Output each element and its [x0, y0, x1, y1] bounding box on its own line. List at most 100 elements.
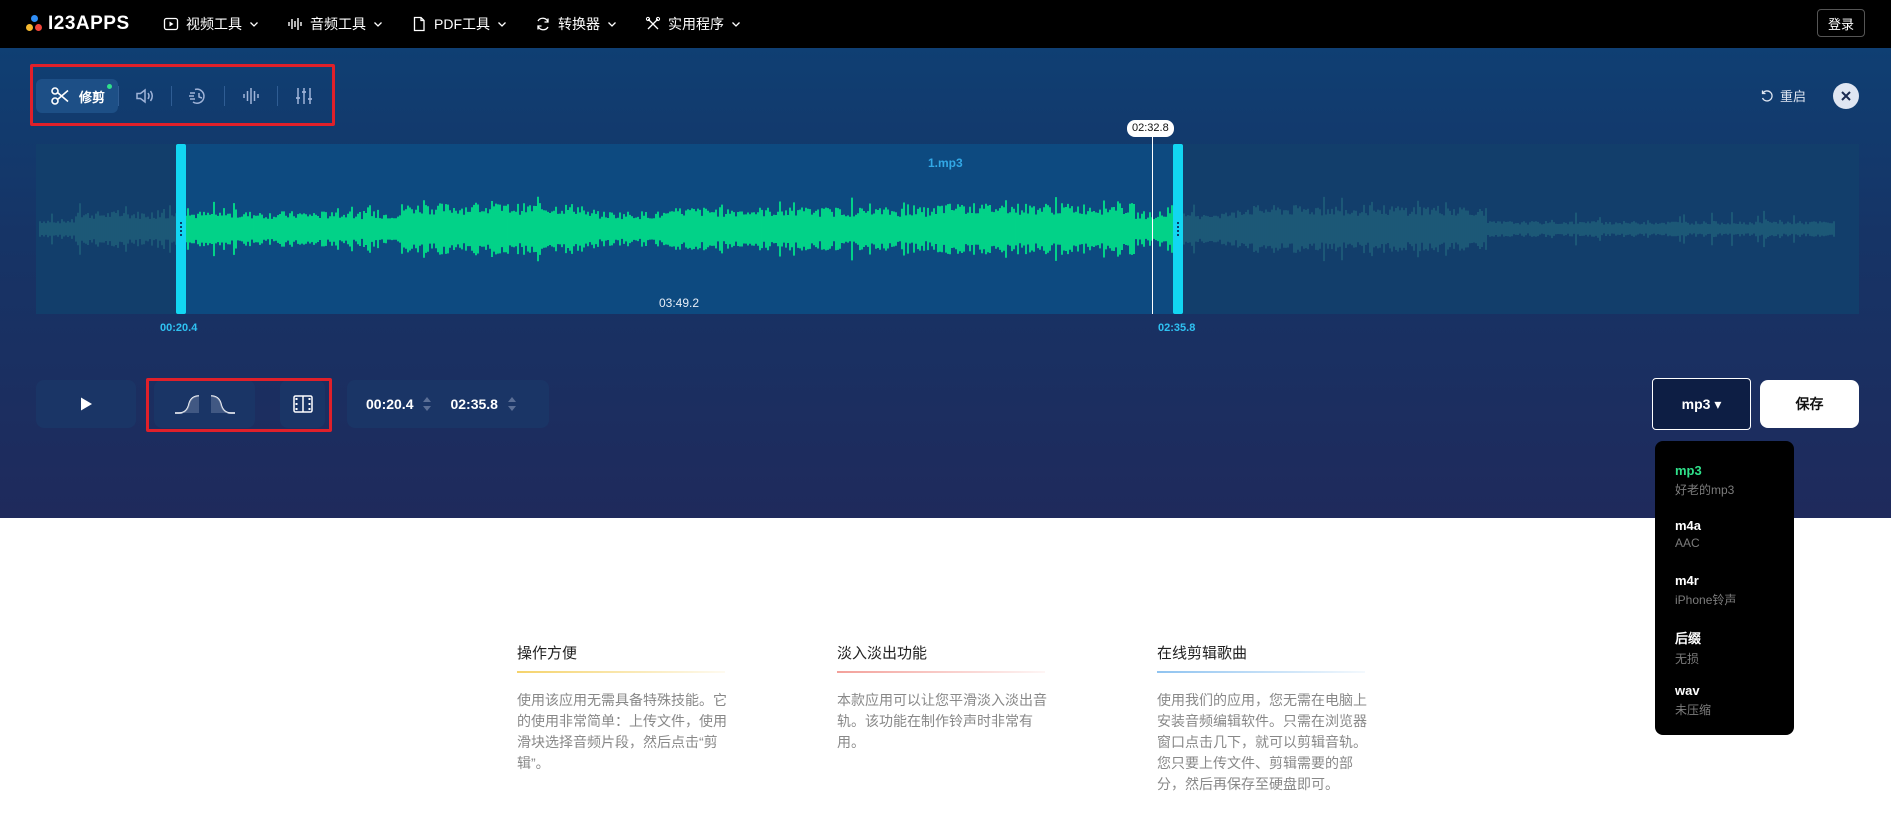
end-time-input[interactable]: 02:35.8 — [450, 396, 516, 412]
feature-title: 淡入淡出功能 — [837, 645, 928, 662]
pdf-icon — [413, 16, 425, 32]
format-desc: 未压缩 — [1675, 703, 1712, 717]
video-icon — [163, 17, 179, 31]
sliders-icon — [296, 88, 312, 104]
playhead[interactable] — [1152, 136, 1153, 314]
waveform-inactive-right — [1179, 196, 1835, 262]
selection-duration: 03:49.2 — [659, 296, 700, 310]
file-name: 1.mp3 — [928, 156, 963, 170]
waveform-path — [1179, 196, 1835, 262]
feature-title: 在线剪辑歌曲 — [1157, 645, 1248, 662]
feature-body: 使用我们的应用，您无需在电脑上安装音频编辑软件。只需在浏览器窗口点击几下，就可以… — [1157, 692, 1367, 792]
editor-toolbar: 修剪 — [36, 79, 330, 113]
format-desc: AAC — [1675, 536, 1700, 550]
grip-icon — [1177, 222, 1179, 236]
chevron-down-icon — [498, 22, 506, 27]
logo-text: I23APPS — [48, 13, 130, 34]
start-time-value: 00:20.4 — [366, 396, 414, 412]
start-time-input[interactable]: 00:20.4 — [366, 396, 432, 412]
nav-utilities[interactable]: 实用程序 — [645, 14, 741, 34]
start-handle[interactable] — [176, 144, 186, 314]
logo[interactable]: I23APPS — [26, 12, 130, 36]
waveform-inactive-left — [39, 203, 177, 255]
active-indicator — [107, 84, 112, 89]
feature-underline — [1157, 671, 1365, 673]
speed-icon — [189, 88, 205, 104]
play-icon — [81, 397, 92, 411]
feature-underline — [837, 671, 1045, 673]
play-button[interactable] — [36, 380, 136, 428]
nav-label: PDF工具 — [434, 16, 490, 32]
audio-icon — [288, 18, 302, 30]
format-dropdown: mp3 好老的mp3 m4a AAC m4r iPhone铃声 后缀 无损 wa… — [1655, 441, 1794, 735]
nav-label: 音频工具 — [310, 16, 366, 32]
chevron-down-icon — [732, 22, 740, 27]
format-option-m4r[interactable]: m4r iPhone铃声 — [1675, 573, 1794, 628]
format-desc: 无损 — [1675, 652, 1700, 666]
start-time-stepper[interactable] — [423, 397, 432, 411]
feature-underline — [517, 671, 725, 673]
format-name: wav — [1675, 683, 1700, 698]
save-button[interactable]: 保存 — [1760, 380, 1859, 428]
reset-icon — [1761, 89, 1773, 102]
equalizer-tool-button[interactable] — [278, 79, 330, 113]
format-option-m4a[interactable]: m4a AAC — [1675, 518, 1794, 573]
nav-label: 实用程序 — [668, 16, 724, 32]
waveform-active — [181, 196, 1175, 262]
noise-tool-button[interactable] — [225, 79, 277, 113]
playhead-time: 02:32.8 — [1127, 120, 1174, 137]
top-navigation: I23APPS 视频工具 音频工具 PDF工具 转换器 实用程序 登录 — [0, 0, 1891, 48]
cut-tool-label: 修剪 — [78, 89, 105, 105]
format-select[interactable]: mp3 ▾ — [1652, 378, 1751, 430]
controls-highlight — [146, 378, 332, 432]
feature-body: 使用该应用无需具备特殊技能。它的使用非常简单：上传文件，使用滑块选择音频片段，然… — [517, 692, 727, 771]
feature-fade: 淡入淡出功能 本款应用可以让您平滑淡入淡出音轨。该功能在制作铃声时非常有用。 — [837, 642, 1047, 753]
volume-icon — [136, 88, 153, 104]
utility-icon — [645, 16, 661, 30]
end-time-stepper[interactable] — [507, 397, 516, 411]
end-handle[interactable] — [1173, 144, 1183, 314]
waveform-path — [181, 196, 1175, 262]
nav-pdf-tools[interactable]: PDF工具 — [411, 14, 507, 34]
format-option-mp3[interactable]: mp3 好老的mp3 — [1675, 463, 1794, 518]
logo-icon — [26, 15, 42, 33]
end-time-label: 02:35.8 — [1158, 322, 1196, 334]
speed-tool-button[interactable] — [172, 79, 224, 113]
start-time-label: 00:20.4 — [160, 322, 198, 334]
format-desc: iPhone铃声 — [1675, 593, 1737, 607]
time-inputs: 00:20.4 02:35.8 — [347, 380, 549, 428]
chevron-down-icon — [250, 22, 258, 27]
nav-audio-tools[interactable]: 音频工具 — [287, 14, 383, 34]
format-name: 后缀 — [1675, 631, 1702, 646]
login-button[interactable]: 登录 — [1816, 9, 1865, 37]
reset-label: 重启 — [1780, 89, 1807, 104]
feature-online-cut: 在线剪辑歌曲 使用我们的应用，您无需在电脑上安装音频编辑软件。只需在浏览器窗口点… — [1157, 642, 1367, 795]
close-button[interactable] — [1833, 83, 1859, 109]
chevron-down-icon — [374, 22, 382, 27]
feature-easy-use: 操作方便 使用该应用无需具备特殊技能。它的使用非常简单：上传文件，使用滑块选择音… — [517, 642, 727, 774]
cut-icon — [51, 87, 69, 105]
volume-tool-button[interactable] — [119, 79, 171, 113]
format-option-flac[interactable]: 后缀 无损 — [1675, 628, 1794, 683]
waveform-path — [39, 203, 177, 255]
chevron-down-icon — [608, 22, 616, 27]
feature-body: 本款应用可以让您平滑淡入淡出音轨。该功能在制作铃声时非常有用。 — [837, 692, 1047, 750]
cut-tool-button[interactable]: 修剪 — [36, 79, 118, 113]
feature-title: 操作方便 — [517, 645, 578, 662]
nav-label: 转换器 — [558, 16, 600, 32]
nav-label: 视频工具 — [186, 16, 242, 32]
close-icon — [1841, 91, 1851, 101]
format-desc: 好老的mp3 — [1675, 483, 1735, 497]
converter-icon — [537, 17, 549, 31]
nav-converter[interactable]: 转换器 — [535, 14, 617, 34]
equalizer-wave-icon — [243, 88, 259, 104]
nav-menu: 视频工具 音频工具 PDF工具 转换器 实用程序 — [163, 0, 741, 48]
format-name: mp3 — [1675, 463, 1702, 478]
format-name: m4r — [1675, 573, 1699, 588]
format-option-wav[interactable]: wav 未压缩 — [1675, 683, 1794, 738]
end-time-value: 02:35.8 — [450, 396, 498, 412]
format-name: m4a — [1675, 518, 1702, 533]
nav-video-tools[interactable]: 视频工具 — [163, 14, 259, 34]
grip-icon — [180, 222, 182, 236]
reset-button[interactable]: 重启 — [1760, 86, 1806, 105]
